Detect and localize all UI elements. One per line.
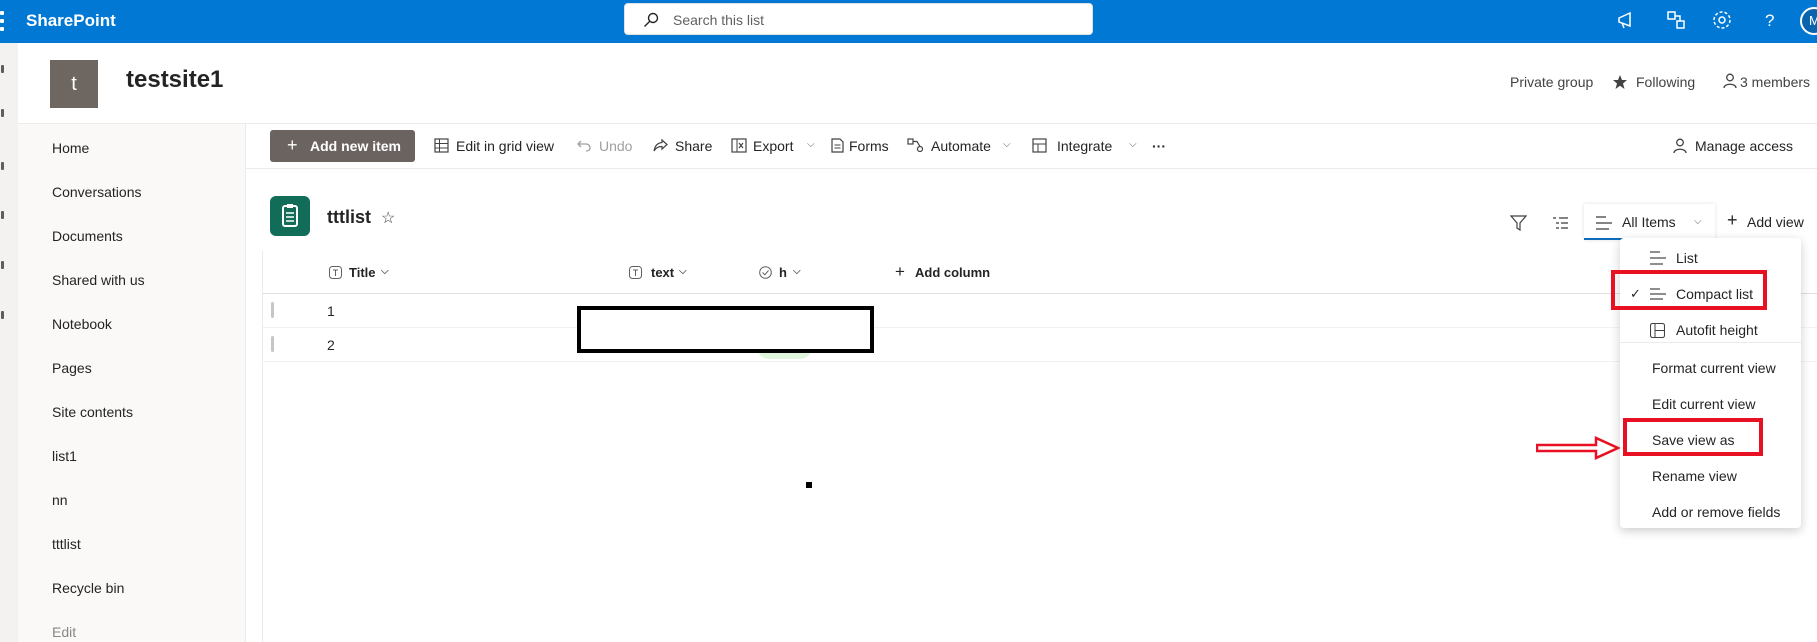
- nav-item-documents[interactable]: Documents: [52, 228, 123, 244]
- redaction-box: [577, 306, 874, 353]
- group-by-icon[interactable]: [1552, 215, 1569, 231]
- share-icon[interactable]: [1665, 9, 1687, 31]
- red-arrow-icon: [1536, 436, 1620, 460]
- search-placeholder: Search this list: [673, 12, 765, 28]
- megaphone-icon[interactable]: [1616, 9, 1638, 31]
- row-title-cell[interactable]: 1: [327, 303, 335, 319]
- app-bar: [0, 43, 18, 642]
- chevron-down-icon: ⌵: [1003, 139, 1011, 150]
- cursor-dot: [806, 482, 812, 488]
- person-icon: [1723, 73, 1737, 89]
- nav-item-nn[interactable]: nn: [52, 492, 68, 508]
- autofit-icon: [1650, 323, 1665, 338]
- table-row[interactable]: 1: [263, 294, 1817, 328]
- chevron-down-icon: ⌵: [1694, 216, 1702, 227]
- form-icon: [831, 138, 844, 153]
- nav-item-pages[interactable]: Pages: [52, 360, 92, 376]
- site-logo[interactable]: t: [50, 60, 98, 108]
- list-icon: [270, 196, 310, 236]
- menu-divider: [1620, 342, 1801, 343]
- plus-icon: +: [1727, 210, 1738, 230]
- chevron-down-icon: ⌵: [679, 266, 687, 277]
- nav-item-conversations[interactable]: Conversations: [52, 184, 142, 200]
- undo-icon: [577, 140, 591, 152]
- search-input[interactable]: Search this list: [624, 3, 1093, 35]
- plus-icon: +: [287, 135, 298, 155]
- members-button[interactable]: 3 members: [1740, 74, 1810, 90]
- settings-icon[interactable]: [1711, 9, 1733, 31]
- person-icon: [1673, 138, 1687, 154]
- row-select-handle[interactable]: [271, 336, 274, 352]
- privacy-label: Private group: [1510, 74, 1594, 90]
- suite-bar: SharePoint Search this list ? M: [0, 0, 1817, 43]
- nav-item-home[interactable]: Home: [52, 140, 89, 156]
- table-row[interactable]: 2: [263, 328, 1817, 362]
- chevron-down-icon: ⌵: [1129, 139, 1137, 150]
- chevron-down-icon: ⌵: [381, 266, 389, 277]
- nav-item-site-contents[interactable]: Site contents: [52, 404, 133, 420]
- avatar[interactable]: M: [1800, 7, 1817, 35]
- row-select-handle[interactable]: [271, 302, 274, 318]
- view-switcher-button[interactable]: All Items ⌵: [1584, 204, 1715, 240]
- command-bar: + Add new item Edit in grid view Undo Sh…: [246, 124, 1817, 169]
- list-title[interactable]: tttlist: [327, 207, 371, 228]
- svg-text:?: ?: [1765, 11, 1774, 30]
- menu-item-rename-view[interactable]: Rename view: [1620, 460, 1801, 492]
- nav-item-tttlist[interactable]: tttlist: [52, 536, 81, 552]
- star-filled-icon: [1613, 75, 1627, 89]
- row-title-cell[interactable]: 2: [327, 337, 335, 353]
- site-title[interactable]: testsite1: [126, 66, 223, 94]
- list-lines-icon: [1650, 251, 1666, 265]
- column-header-row: Title ⌵ text ⌵ h ⌵ + Add column: [263, 251, 1817, 294]
- nav-edit-link[interactable]: Edit: [52, 624, 76, 640]
- nav-item-shared-with-us[interactable]: Shared with us: [52, 272, 145, 288]
- brand-link[interactable]: SharePoint: [26, 11, 116, 31]
- nav-item-recycle-bin[interactable]: Recycle bin: [52, 580, 124, 596]
- left-nav: Home Conversations Documents Shared with…: [18, 124, 246, 642]
- chevron-down-icon: ⌵: [793, 266, 801, 277]
- choice-column-icon: [759, 266, 772, 279]
- nav-item-list1[interactable]: list1: [52, 448, 77, 464]
- highlight-save-view-as: [1623, 418, 1763, 456]
- help-icon[interactable]: ?: [1759, 9, 1781, 31]
- add-new-item-button[interactable]: + Add new item: [270, 130, 415, 162]
- menu-item-edit-current-view[interactable]: Edit current view: [1620, 388, 1801, 420]
- following-button[interactable]: Following: [1636, 74, 1695, 90]
- view-lines-icon: [1596, 216, 1612, 230]
- menu-item-add-remove-fields[interactable]: Add or remove fields: [1620, 496, 1801, 528]
- share-arrow-icon: [653, 138, 668, 152]
- text-column-icon: [329, 266, 342, 279]
- integrate-icon: [1032, 138, 1047, 153]
- text-column-icon: [629, 266, 642, 279]
- excel-icon: [731, 138, 747, 153]
- menu-item-format-current-view[interactable]: Format current view: [1620, 352, 1801, 384]
- highlight-compact-list: [1611, 270, 1767, 310]
- app-launcher-icon[interactable]: [0, 11, 6, 31]
- filter-icon[interactable]: [1510, 215, 1527, 231]
- plus-icon: +: [895, 262, 905, 281]
- flow-icon: [907, 138, 924, 153]
- search-icon: [644, 12, 659, 27]
- grid-icon: [434, 138, 449, 153]
- favorite-star-icon[interactable]: ☆: [381, 208, 395, 228]
- chevron-down-icon: ⌵: [807, 139, 815, 150]
- nav-item-notebook[interactable]: Notebook: [52, 316, 112, 332]
